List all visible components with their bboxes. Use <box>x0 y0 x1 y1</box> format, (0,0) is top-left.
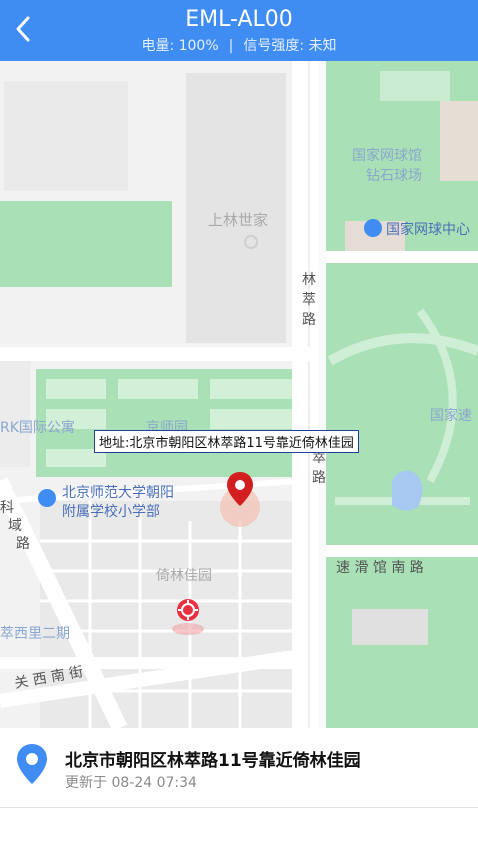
label-road-lin: 林 <box>302 272 316 288</box>
target-marker-icon[interactable] <box>175 597 201 627</box>
location-marker-icon[interactable] <box>226 471 254 507</box>
signal-status: 信号强度: 未知 <box>243 38 337 54</box>
label-road-lu: 路 <box>302 312 316 328</box>
lake <box>392 470 423 511</box>
divider <box>0 807 478 808</box>
label-shanglin: 上林世家 <box>208 211 269 229</box>
update-time: 更新于 08-24 07:34 <box>65 775 197 791</box>
device-title: EML-AL00 <box>185 7 293 32</box>
label-keyu-ke: 科 <box>0 500 14 516</box>
map-view[interactable]: 国家网球馆 钻石球场 上林世家 国家网球中心 林 萃 路 林 萃 路 RK国际公… <box>0 61 478 728</box>
battery-status: 电量: 100% <box>141 38 219 54</box>
address-popup: 地址:北京市朝阳区林萃路11号靠近倚林佳园 <box>94 430 359 453</box>
poi-school-icon[interactable] <box>38 489 56 507</box>
top-bar: EML-AL00 电量: 100% | 信号强度: 未知 <box>0 0 478 61</box>
label-road-lu-2: 路 <box>312 470 326 486</box>
label-keyu-yu: 域 <box>8 518 22 534</box>
label-tennis-line1: 国家网球馆 <box>352 148 422 164</box>
label-tennis-line2: 钻石球场 <box>366 168 422 184</box>
label-keyu-lu: 路 <box>16 536 30 552</box>
poi-stadium-icon[interactable] <box>364 219 382 237</box>
label-cuixi: 萃西里二期 <box>0 626 70 642</box>
status-separator: | <box>228 38 234 54</box>
label-guojia-su: 国家速 <box>430 408 472 424</box>
label-yilin: 倚林佳园 <box>156 568 212 584</box>
label-rk-apartment: RK国际公寓 <box>0 420 75 436</box>
location-card[interactable]: 北京市朝阳区林萃路11号靠近倚林佳园 更新于 08-24 07:34 <box>0 728 478 808</box>
label-tennis-center[interactable]: 国家网球中心 <box>386 219 470 239</box>
label-school-line2[interactable]: 附属学校小学部 <box>62 501 160 521</box>
location-address: 北京市朝阳区林萃路11号靠近倚林佳园 <box>65 751 361 771</box>
park-area-west <box>0 201 172 287</box>
label-road-cui: 萃 <box>302 292 316 308</box>
label-school-line1[interactable]: 北京师范大学朝阳 <box>62 482 174 502</box>
label-sulin-road: 速 滑 馆 南 路 <box>336 560 424 576</box>
device-status: 电量: 100% | 信号强度: 未知 <box>0 36 478 56</box>
location-pin-icon <box>17 744 47 784</box>
